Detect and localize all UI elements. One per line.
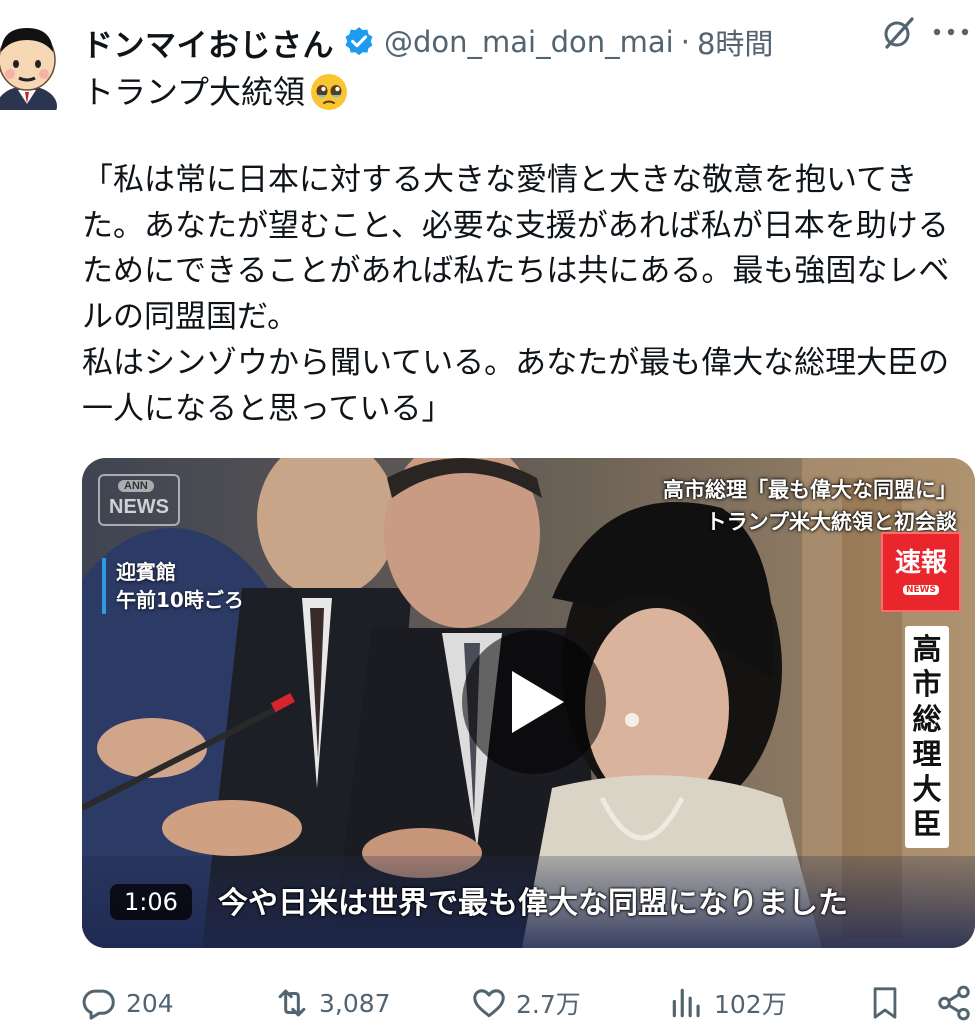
like-count: 2.7万 (516, 990, 581, 1019)
video-duration: 1:06 (110, 884, 192, 920)
grok-icon[interactable] (879, 13, 919, 53)
post-body: 「私は常に日本に対する大きな愛情と大きな敬意を抱いてきた。あなたが望むこと、必要… (82, 162, 950, 427)
news-logo-text: NEWS (109, 496, 169, 518)
breaking-label: 速報 (894, 548, 947, 578)
location-place: 迎賓館 (116, 560, 176, 584)
separator-dot: · (680, 25, 690, 59)
author-name[interactable]: ドンマイおじさん (82, 20, 334, 65)
heart-icon (473, 989, 505, 1018)
location-caption: 迎賓館 午前10時ごろ (102, 558, 244, 614)
location-time: 午前10時ごろ (116, 588, 244, 612)
ann-logo-text: ANN (118, 480, 154, 492)
breaking-news-mini-logo: NEWS (903, 585, 939, 595)
reply-count: 204 (126, 988, 174, 1018)
bookmark-icon[interactable] (868, 984, 902, 1022)
repost-count: 3,087 (319, 988, 391, 1018)
views-button[interactable]: 102万 (668, 980, 787, 1026)
pleading-face-emoji-icon (311, 74, 348, 110)
verified-badge-icon[interactable] (342, 25, 376, 59)
reply-button[interactable]: 204 (80, 980, 174, 1026)
ann-news-logo: ANN NEWS (98, 474, 180, 526)
repost-button[interactable]: 3,087 (273, 980, 391, 1026)
reply-icon (82, 989, 115, 1020)
like-button[interactable]: 2.7万 (470, 980, 581, 1026)
repost-icon (278, 989, 306, 1017)
speaker-vertical-caption: 高市総理大臣 (905, 626, 949, 848)
author-avatar[interactable] (0, 18, 60, 110)
headline-line-1: 高市総理「最も偉大な同盟に」 (663, 478, 957, 502)
share-icon[interactable] (934, 984, 974, 1022)
post-title: トランプ大統領 (82, 73, 306, 111)
breaking-news-badge: 速報 NEWS (881, 532, 961, 612)
video-subtitle: 今や日米は世界で最も偉大な同盟になりました (218, 886, 848, 921)
video-player[interactable]: ANN NEWS 迎賓館 午前10時ごろ 高市総理「最も偉大な同盟に」 トランプ… (82, 458, 975, 948)
post-time[interactable]: 8時間 (697, 21, 773, 63)
post-title-line: トランプ大統領 (82, 70, 349, 114)
view-count: 102万 (714, 990, 787, 1019)
more-options-icon[interactable] (931, 22, 971, 42)
post-header: ドンマイおじさん @don_mai_don_mai · 8時間 (82, 14, 975, 70)
author-handle[interactable]: @don_mai_don_mai (384, 25, 674, 59)
play-icon[interactable] (512, 671, 564, 733)
post-action-bar: 204 3,087 2.7万 102万 (80, 980, 975, 1026)
views-chart-icon (672, 988, 700, 1018)
news-headline: 高市総理「最も偉大な同盟に」 トランプ米大統領と初会談 (663, 474, 957, 538)
